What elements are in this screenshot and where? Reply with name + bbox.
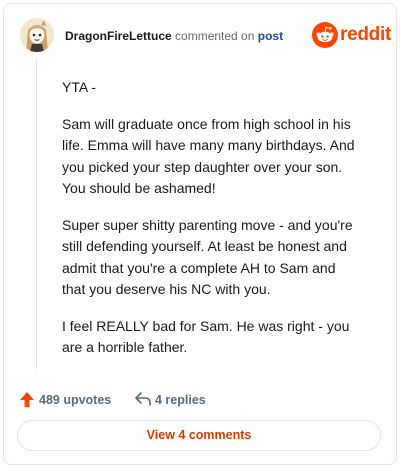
comment-paragraph: Sam will graduate once from high school … [62, 115, 355, 197]
thread-line [36, 58, 37, 369]
comment-paragraph: YTA - [62, 79, 96, 95]
comment-card: DragonFireLettuce commented on post redd… [3, 3, 397, 465]
view-comments-button[interactable]: View 4 comments [17, 420, 381, 451]
upvote-count: 489 upvotes [39, 393, 112, 407]
arrow-up-icon [20, 392, 34, 407]
comment-paragraph: Super super shitty parenting move - and … [62, 216, 353, 298]
comment-byline: DragonFireLettuce commented on post [65, 28, 283, 44]
reddit-wordmark: reddit [340, 24, 391, 45]
comment-paragraph: I feel REALLY bad for Sam. He was right … [62, 317, 350, 356]
comment-body: YTA - Sam will graduate once from high s… [62, 77, 362, 374]
comment-header: DragonFireLettuce commented on post redd… [4, 4, 396, 68]
reddit-snoo-icon [312, 22, 338, 48]
action-text: commented on [175, 29, 255, 43]
reply-arrow-icon [135, 392, 151, 406]
avatar[interactable] [20, 18, 54, 52]
replies-count: 4 replies [155, 393, 206, 407]
username-link[interactable]: DragonFireLettuce [65, 29, 172, 43]
post-link[interactable]: post [258, 29, 283, 43]
replies-button[interactable]: 4 replies [134, 388, 224, 412]
avatar-image [20, 18, 54, 52]
upvote-button[interactable]: 489 upvotes [18, 388, 118, 412]
